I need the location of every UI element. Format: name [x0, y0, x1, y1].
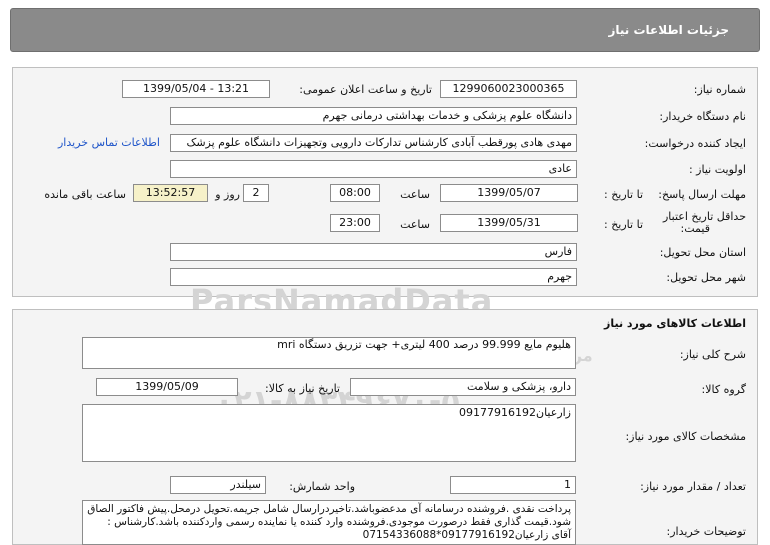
description-label: شرح کلی نیاز:	[679, 348, 746, 361]
unit-label: واحد شمارش:	[289, 480, 355, 493]
goods-group-field: دارو، پزشکی و سلامت	[350, 378, 576, 396]
deadline-to-date-label: تا تاریخ :	[604, 188, 643, 201]
deadline-date-field: 1399/05/07	[440, 184, 578, 202]
unit-field: سیلندر	[170, 476, 266, 494]
announce-label: تاریخ و ساعت اعلان عمومی:	[299, 83, 432, 96]
need-date-label: تاریخ نیاز به کالا:	[265, 382, 340, 395]
specs-label: مشخصات کالای مورد نیاز:	[625, 430, 746, 443]
need-number-label: شماره نیاز:	[693, 83, 746, 96]
buyer-notes-label: توضیحات خریدار:	[666, 525, 747, 538]
validity-time-label: ساعت	[400, 218, 430, 231]
goods-section-title: اطلاعات کالاهای مورد نیاز	[604, 317, 746, 330]
deadline-time-label: ساعت	[400, 188, 430, 201]
creator-label: ایجاد کننده درخواست:	[644, 137, 746, 150]
validity-label-line2: قیمت:	[680, 222, 710, 235]
announce-datetime-field: 1399/05/04 - 13:21	[122, 80, 270, 98]
deadline-time-field: 08:00	[330, 184, 380, 202]
page-header: جزئیات اطلاعات نیاز	[10, 8, 760, 52]
creator-field: مهدی هادی پورقطب آبادی کارشناس تدارکات د…	[170, 134, 577, 152]
remaining-days-label: روز و	[215, 188, 240, 201]
city-label: شهر محل تحویل:	[666, 271, 746, 284]
buyer-label: نام دستگاه خریدار:	[659, 110, 746, 123]
page-title: جزئیات اطلاعات نیاز	[608, 23, 729, 37]
priority-label: اولویت نیاز :	[688, 163, 746, 176]
quantity-label: تعداد / مقدار مورد نیاز:	[640, 480, 746, 493]
quantity-field: 1	[450, 476, 576, 494]
need-number-field: 1299060023000365	[440, 80, 577, 98]
validity-to-date-label: تا تاریخ :	[604, 218, 643, 231]
remaining-time-label: ساعت باقی مانده	[44, 188, 126, 201]
remaining-days-field: 2	[243, 184, 269, 202]
buyer-field: دانشگاه علوم پزشکی و خدمات بهداشتی درمان…	[170, 107, 577, 125]
validity-time-field: 23:00	[330, 214, 380, 232]
validity-date-field: 1399/05/31	[440, 214, 578, 232]
need-date-field: 1399/05/09	[96, 378, 238, 396]
priority-field: عادی	[170, 160, 577, 178]
city-field: جهرم	[170, 268, 577, 286]
need-info-panel	[12, 67, 758, 297]
deadline-label: مهلت ارسال پاسخ:	[658, 188, 746, 201]
province-label: استان محل تحویل:	[659, 246, 746, 259]
specs-field: زارعیان09177916192	[82, 404, 576, 462]
buyer-contact-link[interactable]: اطلاعات تماس خریدار	[58, 136, 160, 149]
remaining-time-field: 13:52:57	[133, 184, 208, 202]
province-field: فارس	[170, 243, 577, 261]
buyer-notes-field: پرداخت نقدی .فروشنده درسامانه آی مدعضوبا…	[82, 500, 576, 545]
description-field: هلیوم مایع 99.999 درصد 400 لیتری+ جهت تز…	[82, 337, 576, 369]
goods-group-label: گروه کالا:	[701, 383, 746, 396]
